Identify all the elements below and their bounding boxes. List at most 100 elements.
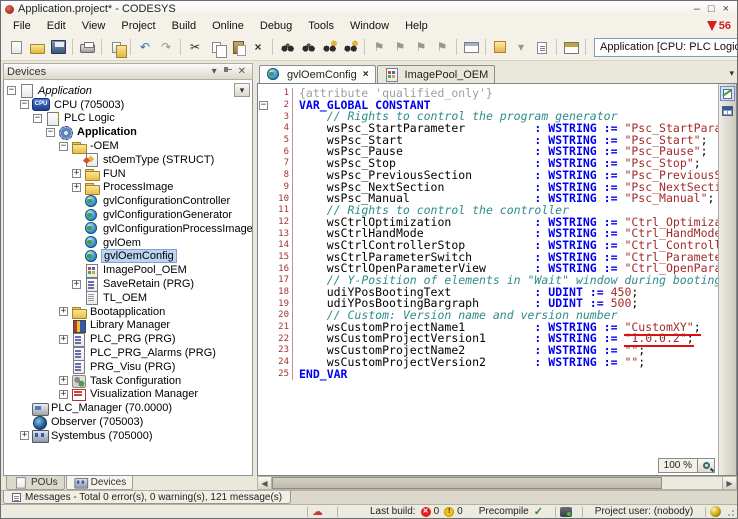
pin-button[interactable] bbox=[220, 65, 235, 79]
panel-close-button[interactable]: ✕ bbox=[235, 65, 249, 79]
tree-expander[interactable]: + bbox=[59, 376, 68, 385]
tree-item-gvlconfigurationgenerator[interactable]: gvlConfigurationGenerator bbox=[4, 208, 252, 222]
find-in-project-button[interactable] bbox=[319, 37, 339, 57]
menu-view[interactable]: View bbox=[74, 19, 114, 33]
find-button[interactable] bbox=[277, 37, 297, 57]
tree-item-saveretain-prg[interactable]: +SaveRetain (PRG) bbox=[4, 277, 252, 291]
tree-item-tl-oem[interactable]: TL_OEM bbox=[4, 291, 252, 305]
tree-expander[interactable]: − bbox=[46, 128, 55, 137]
menu-help[interactable]: Help bbox=[397, 19, 436, 33]
tab-close-icon[interactable]: × bbox=[363, 69, 369, 80]
tree-item-application[interactable]: −Application bbox=[4, 125, 252, 139]
tree-item-library-manager[interactable]: Library Manager bbox=[4, 319, 252, 333]
redo-button[interactable]: ↷ bbox=[156, 37, 176, 57]
tree-dropdown-button[interactable]: ▾ bbox=[234, 83, 250, 97]
generate-code-button[interactable] bbox=[532, 37, 552, 57]
tree-item-fun[interactable]: +FUN bbox=[4, 167, 252, 181]
code-editor[interactable]: 1{attribute 'qualified_only'}−2VAR_GLOBA… bbox=[257, 83, 737, 476]
active-application-combo[interactable]: Application [CPU: PLC Logic]▾ bbox=[594, 38, 738, 57]
minimize-button[interactable]: – bbox=[694, 3, 700, 15]
tree-item-gvloemconfig[interactable]: gvlOemConfig bbox=[4, 250, 252, 264]
panel-menu-button[interactable]: ▾ bbox=[209, 65, 220, 79]
menu-file[interactable]: File bbox=[5, 19, 39, 33]
menu-window[interactable]: Window bbox=[342, 19, 397, 33]
update-device-button[interactable] bbox=[561, 37, 581, 57]
open-project-button[interactable] bbox=[27, 37, 47, 57]
tree-item-imagepool-oem[interactable]: ImagePool_OEM bbox=[4, 263, 252, 277]
window-list-button[interactable]: ▾ bbox=[729, 68, 734, 79]
tree-expander[interactable]: + bbox=[72, 169, 81, 178]
resize-grip[interactable] bbox=[725, 507, 735, 517]
build-button[interactable] bbox=[490, 37, 510, 57]
scrollbar-track[interactable] bbox=[662, 477, 722, 489]
undo-button[interactable]: ↶ bbox=[135, 37, 155, 57]
tree-expander[interactable]: + bbox=[59, 335, 68, 344]
notification-flag[interactable]: 56 bbox=[707, 20, 731, 32]
zoom-level[interactable]: 100 % bbox=[658, 458, 698, 473]
menu-edit[interactable]: Edit bbox=[39, 19, 74, 33]
tree-expander[interactable]: − bbox=[33, 114, 42, 123]
tree-item-observer-705003[interactable]: Observer (705003) bbox=[4, 415, 252, 429]
tree-item-bootapplication[interactable]: +Bootapplication bbox=[4, 305, 252, 319]
print-button[interactable] bbox=[77, 37, 97, 57]
code-line[interactable]: 25END_VAR bbox=[258, 369, 718, 381]
tree-expander[interactable]: − bbox=[20, 100, 29, 109]
editor-tab-gvloemconfig[interactable]: gvlOemConfig× bbox=[259, 65, 376, 83]
tree-expander[interactable]: + bbox=[59, 390, 68, 399]
tree-item-processimage[interactable]: +ProcessImage bbox=[4, 181, 252, 195]
project-settings-button[interactable] bbox=[461, 37, 481, 57]
maximize-button[interactable]: □ bbox=[708, 3, 715, 15]
tabular-view-button[interactable] bbox=[720, 103, 735, 118]
paste-button[interactable] bbox=[227, 37, 247, 57]
tree-item-plc-logic[interactable]: −PLC Logic bbox=[4, 112, 252, 126]
bookmark-clear-button[interactable]: ⚑ bbox=[432, 37, 452, 57]
navigator-tab-devices[interactable]: Devices bbox=[66, 476, 134, 490]
replace-button[interactable] bbox=[298, 37, 318, 57]
replace-in-project-button[interactable] bbox=[340, 37, 360, 57]
tree-item-systembus-705000[interactable]: +Systembus (705000) bbox=[4, 429, 252, 443]
messages-tab[interactable]: Messages - Total 0 error(s), 0 warning(s… bbox=[3, 491, 291, 504]
fold-collapse-icon[interactable]: − bbox=[259, 101, 268, 110]
tree-expander[interactable]: − bbox=[7, 86, 16, 95]
zoom-button[interactable] bbox=[698, 458, 715, 473]
editor-tab-imagepool_oem[interactable]: ImagePool_OEM bbox=[377, 65, 496, 83]
bookmark-previous-button[interactable]: ⚑ bbox=[411, 37, 431, 57]
menu-debug[interactable]: Debug bbox=[252, 19, 300, 33]
tree-item-visualization-manager[interactable]: +Visualization Manager bbox=[4, 388, 252, 402]
menu-project[interactable]: Project bbox=[113, 19, 163, 33]
scrollbar-thumb[interactable] bbox=[272, 477, 662, 489]
tree-item-plc-prg-prg[interactable]: +PLC_PRG (PRG) bbox=[4, 332, 252, 346]
textual-view-button[interactable] bbox=[720, 86, 735, 101]
bookmark-toggle-button[interactable]: ⚑ bbox=[369, 37, 389, 57]
tree-item-plc-manager-70-0000[interactable]: PLC_Manager (70.0000) bbox=[4, 401, 252, 415]
menu-tools[interactable]: Tools bbox=[300, 19, 342, 33]
save-project-button[interactable] bbox=[48, 37, 68, 57]
delete-button[interactable]: × bbox=[248, 37, 268, 57]
tree-expander[interactable]: + bbox=[20, 431, 29, 440]
navigator-tab-pous[interactable]: POUs bbox=[6, 476, 65, 490]
close-button[interactable]: × bbox=[723, 3, 729, 15]
tree-item-prg-visu-prg[interactable]: PRG_Visu (PRG) bbox=[4, 360, 252, 374]
tree-item-gvlconfigurationcontroller[interactable]: gvlConfigurationController bbox=[4, 194, 252, 208]
bookmark-next-button[interactable]: ⚑ bbox=[390, 37, 410, 57]
tree-expander[interactable]: + bbox=[72, 280, 81, 289]
scroll-left-button[interactable]: ◀ bbox=[258, 477, 272, 489]
tree-expander[interactable]: − bbox=[59, 142, 68, 151]
tree-item-oem[interactable]: −-OEM bbox=[4, 139, 252, 153]
tree-item-stoemtype-struct[interactable]: stOemType (STRUCT) bbox=[4, 153, 252, 167]
new-project-button[interactable] bbox=[6, 37, 26, 57]
copy-project-button[interactable] bbox=[106, 37, 126, 57]
scroll-right-button[interactable]: ▶ bbox=[722, 477, 736, 489]
editor-hscrollbar[interactable]: ◀ ▶ bbox=[257, 476, 737, 490]
menu-build[interactable]: Build bbox=[164, 19, 204, 33]
copy-button[interactable] bbox=[206, 37, 226, 57]
tree-expander[interactable]: + bbox=[59, 307, 68, 316]
build-dropdown-button[interactable]: ▾ bbox=[511, 37, 531, 57]
tree-expander[interactable]: + bbox=[72, 183, 81, 192]
tree-item-cpu-705003[interactable]: −CPUCPU (705003) bbox=[4, 98, 252, 112]
tree-item-gvlconfigurationprocessimage[interactable]: gvlConfigurationProcessImage bbox=[4, 222, 252, 236]
tree-item-application[interactable]: −Application bbox=[4, 84, 252, 98]
menu-online[interactable]: Online bbox=[204, 19, 252, 33]
tree-item-task-configuration[interactable]: +Task Configuration bbox=[4, 374, 252, 388]
tree-item-gvloem[interactable]: gvlOem bbox=[4, 236, 252, 250]
